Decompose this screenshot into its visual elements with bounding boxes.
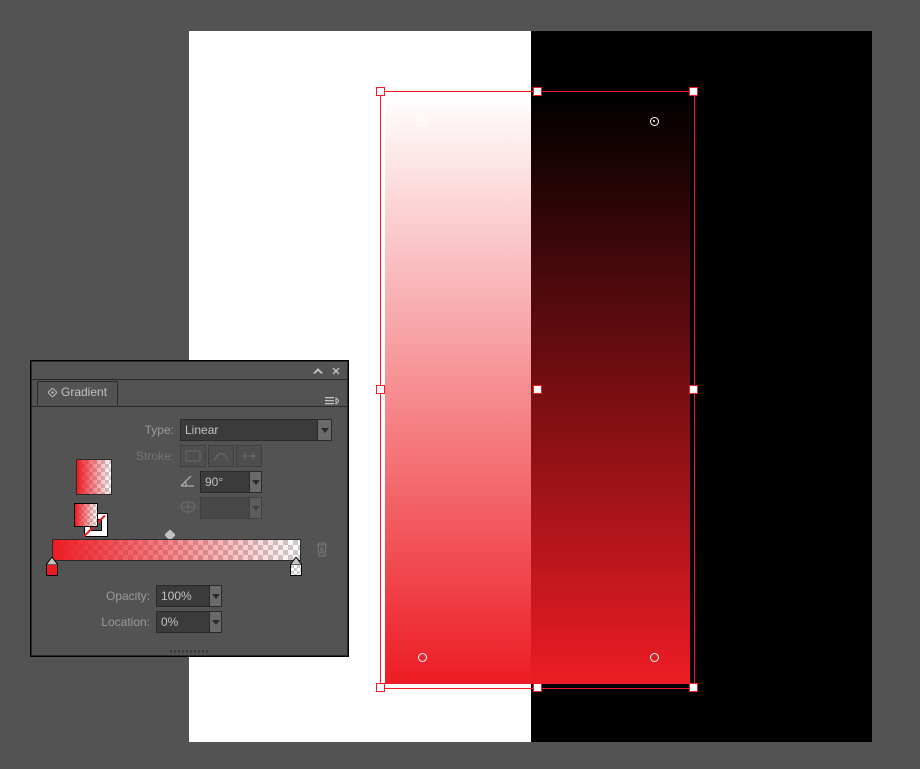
opacity-input[interactable] — [156, 585, 222, 607]
type-select[interactable] — [180, 419, 332, 441]
fill-stroke-indicator[interactable] — [74, 503, 108, 537]
tab-gradient-label: Gradient — [61, 385, 107, 399]
panel-titlebar[interactable] — [32, 362, 347, 380]
opacity-label: Opacity: — [84, 589, 156, 603]
gradient-panel[interactable]: Gradient Type: — [31, 361, 348, 656]
angle-input[interactable] — [200, 471, 262, 493]
chevron-down-icon[interactable] — [209, 586, 221, 606]
gradient-stop-end[interactable] — [290, 557, 302, 576]
tab-gradient[interactable]: Gradient — [37, 381, 118, 407]
close-icon[interactable] — [331, 366, 341, 376]
panel-tab-bar: Gradient — [32, 380, 347, 406]
aspect-ratio-input — [200, 497, 262, 519]
angle-icon — [180, 474, 196, 491]
trash-icon[interactable] — [315, 541, 329, 560]
panel-resize-grip[interactable] — [32, 647, 347, 655]
chevron-down-icon[interactable] — [209, 612, 221, 632]
fill-swatch[interactable] — [74, 503, 98, 527]
gradient-bar-area — [46, 539, 333, 575]
location-label: Location: — [84, 615, 156, 629]
angle-value[interactable] — [201, 473, 249, 491]
type-label: Type: — [108, 423, 180, 437]
aspect-ratio-value — [201, 499, 249, 517]
panel-menu-icon[interactable] — [325, 396, 339, 406]
stroke-align-within-button — [180, 445, 206, 467]
chevron-down-icon — [249, 498, 261, 518]
collapse-icon[interactable] — [313, 366, 323, 376]
stroke-align-across-button — [236, 445, 262, 467]
gradient-bar[interactable] — [52, 539, 301, 561]
chevron-down-icon[interactable] — [317, 420, 331, 440]
stroke-label: Stroke: — [108, 449, 180, 463]
location-value[interactable] — [157, 613, 209, 631]
gradient-stop-start[interactable] — [46, 557, 58, 576]
selected-gradient-rectangle[interactable] — [385, 95, 690, 684]
opacity-value[interactable] — [157, 587, 209, 605]
chevron-down-icon[interactable] — [249, 472, 261, 492]
location-input[interactable] — [156, 611, 222, 633]
stroke-align-along-button — [208, 445, 234, 467]
panel-body: Type: Stroke: — [32, 406, 347, 647]
gradient-tab-icon — [48, 386, 57, 400]
gradient-swatch[interactable] — [76, 459, 112, 495]
aspect-ratio-icon — [180, 501, 196, 516]
type-value[interactable] — [181, 421, 317, 439]
